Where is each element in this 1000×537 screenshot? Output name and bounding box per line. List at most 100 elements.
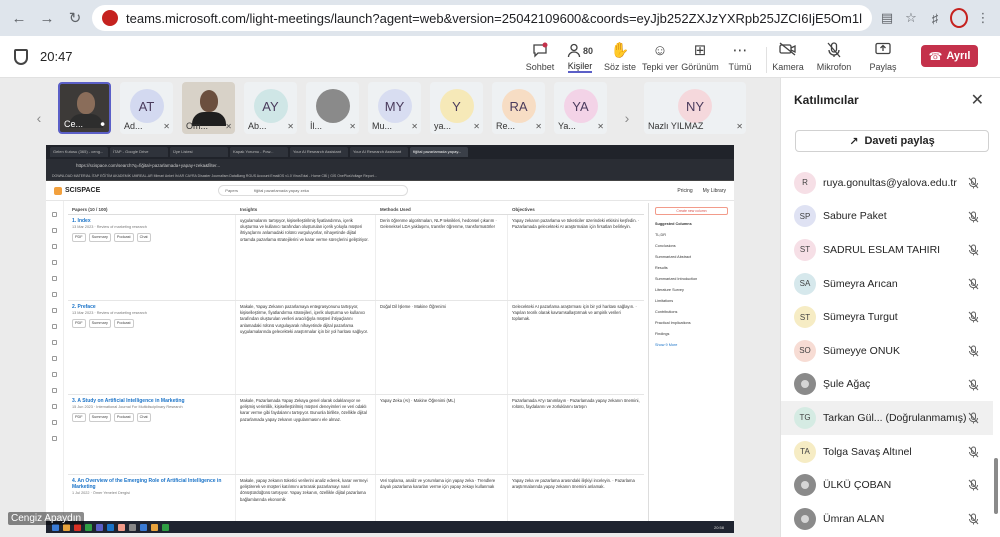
table-row: 3. A Study on Artificial Intelligence in… — [68, 395, 644, 475]
participant-tile[interactable]: RA Re... ✕ — [492, 82, 545, 134]
avatar: ST — [794, 306, 816, 329]
suggested-columns-panel: Create new column Suggested Columns TL;D… — [648, 203, 734, 521]
participant-tile[interactable]: AY Ab... ✕ — [244, 82, 297, 134]
shared-taskbar: 20:58 — [46, 521, 734, 533]
camera-off-icon — [779, 42, 797, 60]
participant-tile[interactable]: NY Nazlı YILMAZ ✕ — [644, 82, 746, 134]
mic-off-icon — [827, 42, 841, 60]
table-row: 4. An Overview of the Emerging Role of A… — [68, 475, 644, 527]
participant-list: R ruya.gonultas@yalova.edu.tr SP Sabure … — [781, 166, 993, 536]
list-item[interactable]: SA Sümeyra Arıcan — [781, 267, 993, 301]
leave-button[interactable]: ☎ Ayrıl — [921, 45, 978, 67]
participant-tile[interactable]: İl... ✕ — [306, 82, 359, 134]
scispace-logo: SCISPACE — [54, 186, 100, 195]
raise-hand-button[interactable]: ✋ Söz iste — [600, 38, 640, 76]
list-item[interactable]: SO Sümeyye ONUK — [781, 334, 993, 368]
presenter-name: Cengiz Apaydın — [8, 512, 85, 525]
avatar — [315, 89, 350, 123]
mic-off-icon — [968, 412, 979, 424]
smiley-icon: ☺ — [652, 42, 668, 59]
mic-icon: ⚫ — [99, 120, 106, 129]
avatar: R — [794, 171, 816, 194]
grid-icon: ⊞ — [693, 42, 707, 59]
avatar — [794, 507, 816, 530]
avatar: TG — [794, 406, 816, 429]
participants-panel: Katılımcılar ✕ ↗ Daveti paylaş R ruya.go… — [780, 78, 1000, 537]
strip-left-chevron-icon[interactable]: ‹ — [32, 98, 46, 138]
more-button[interactable]: ⋯ Tümü — [720, 38, 760, 76]
scispace-header: SCISPACE Papers fiğital pazarlamada yapa… — [46, 181, 734, 201]
react-button[interactable]: ☺ Tepki ver — [640, 38, 680, 76]
mic-off-icon: ✕ — [597, 122, 604, 131]
mic-off-icon: ✕ — [411, 122, 418, 131]
mic-off-icon: ✕ — [163, 122, 170, 131]
mic-off-icon — [968, 177, 979, 189]
table-row: 1. Index 13 Mar 2023 · Review of marketi… — [68, 215, 644, 301]
avatar — [794, 373, 816, 396]
strip-right-chevron-icon[interactable]: › — [620, 98, 634, 138]
people-icon: 80 — [567, 41, 593, 59]
mic-off-icon — [968, 278, 979, 290]
shared-browser-tabs: Gelen Kutusu (365) - ceng... İTAP - Goog… — [46, 145, 734, 159]
extensions-icon[interactable]: ♯ — [926, 9, 944, 27]
camera-button[interactable]: Kamera — [768, 38, 808, 76]
participant-tile[interactable]: YA Ya... ✕ — [554, 82, 607, 134]
translate-icon[interactable]: ▤ — [878, 9, 896, 27]
list-item[interactable]: TA Tolga Savaş Altınel — [781, 435, 993, 469]
forward-arrow-icon[interactable]: → — [36, 7, 58, 29]
participant-tile[interactable]: Ce... ⚫ — [58, 82, 111, 134]
address-text: teams.microsoft.com/light-meetings/launc… — [126, 10, 862, 26]
list-item[interactable]: ST SADRUL ESLAM TAHIRI — [781, 233, 993, 267]
list-item[interactable]: ST Sümeyra Turgut — [781, 300, 993, 334]
avatar: SO — [794, 339, 816, 362]
list-item[interactable]: Şule Ağaç — [781, 368, 993, 402]
profile-avatar[interactable] — [950, 8, 968, 28]
close-icon[interactable]: ✕ — [971, 90, 984, 110]
back-arrow-icon[interactable]: ← — [8, 7, 30, 29]
list-item[interactable]: R ruya.gonultas@yalova.edu.tr — [781, 166, 993, 200]
list-item[interactable]: ÜLKÜ ÇOBAN — [781, 468, 993, 502]
shield-icon — [14, 48, 28, 65]
browser-bar: ← → ↻ teams.microsoft.com/light-meetings… — [0, 0, 1000, 36]
list-item[interactable]: Ümran ALAN — [781, 502, 993, 536]
microphone-button[interactable]: Mikrofon — [808, 38, 860, 76]
mic-off-icon: ✕ — [736, 122, 743, 131]
participant-tile[interactable]: AT Ad... ✕ — [120, 82, 173, 134]
results-header: Papers (10 / 100) Insights Methods Used … — [68, 203, 644, 215]
avatar — [794, 474, 816, 497]
panel-scrollbar[interactable] — [994, 458, 998, 514]
menu-dots-icon[interactable]: ⋮ — [974, 9, 992, 27]
shared-screen: Gelen Kutusu (365) - ceng... İTAP - Goog… — [46, 145, 734, 533]
list-item[interactable]: SP Sabure Paket — [781, 200, 993, 234]
bookmark-star-icon[interactable]: ☆ — [902, 9, 920, 27]
participant-tile[interactable]: Y ya... ✕ — [430, 82, 483, 134]
mic-off-icon — [968, 311, 979, 323]
mic-off-icon — [968, 513, 979, 525]
share-invite-button[interactable]: ↗ Daveti paylaş — [795, 130, 989, 152]
panel-title: Katılımcılar — [794, 93, 859, 107]
list-item[interactable]: TG Tarkan Gül... (Doğrulanmamış) — [781, 401, 993, 435]
address-bar[interactable]: teams.microsoft.com/light-meetings/launc… — [92, 5, 872, 31]
mic-off-icon — [968, 446, 979, 458]
participant-tile[interactable]: Om... ✕ — [182, 82, 235, 134]
avatar: SP — [794, 205, 816, 228]
view-button[interactable]: ⊞ Görünüm — [680, 38, 720, 76]
people-button[interactable]: 80 Kişiler — [560, 38, 600, 76]
mic-off-icon — [968, 345, 979, 357]
mic-off-icon: ✕ — [473, 122, 480, 131]
share-icon: ↗ — [849, 135, 859, 148]
reload-icon[interactable]: ↻ — [64, 7, 86, 29]
scispace-search: Papers fiğital pazarlamada yapay zeka — [218, 185, 409, 196]
site-info-icon[interactable] — [102, 10, 118, 26]
meeting-stage: ‹ Ce... ⚫ AT Ad... ✕ Om... ✕ AY Ab... ✕ … — [0, 78, 780, 537]
shared-address-bar: https://scispace.com/search?q=fiğital+pa… — [46, 159, 734, 171]
hand-icon: ✋ — [610, 42, 630, 59]
chat-button[interactable]: Sohbet — [520, 38, 560, 76]
results-table: Papers (10 / 100) Insights Methods Used … — [68, 203, 644, 527]
meeting-timer: 20:47 — [40, 49, 73, 64]
more-dots-icon: ⋯ — [732, 42, 748, 59]
participant-tile[interactable]: MY Mu... ✕ — [368, 82, 421, 134]
mic-off-icon — [968, 479, 979, 491]
share-button[interactable]: Paylaş — [860, 38, 906, 76]
chat-icon — [532, 42, 548, 60]
